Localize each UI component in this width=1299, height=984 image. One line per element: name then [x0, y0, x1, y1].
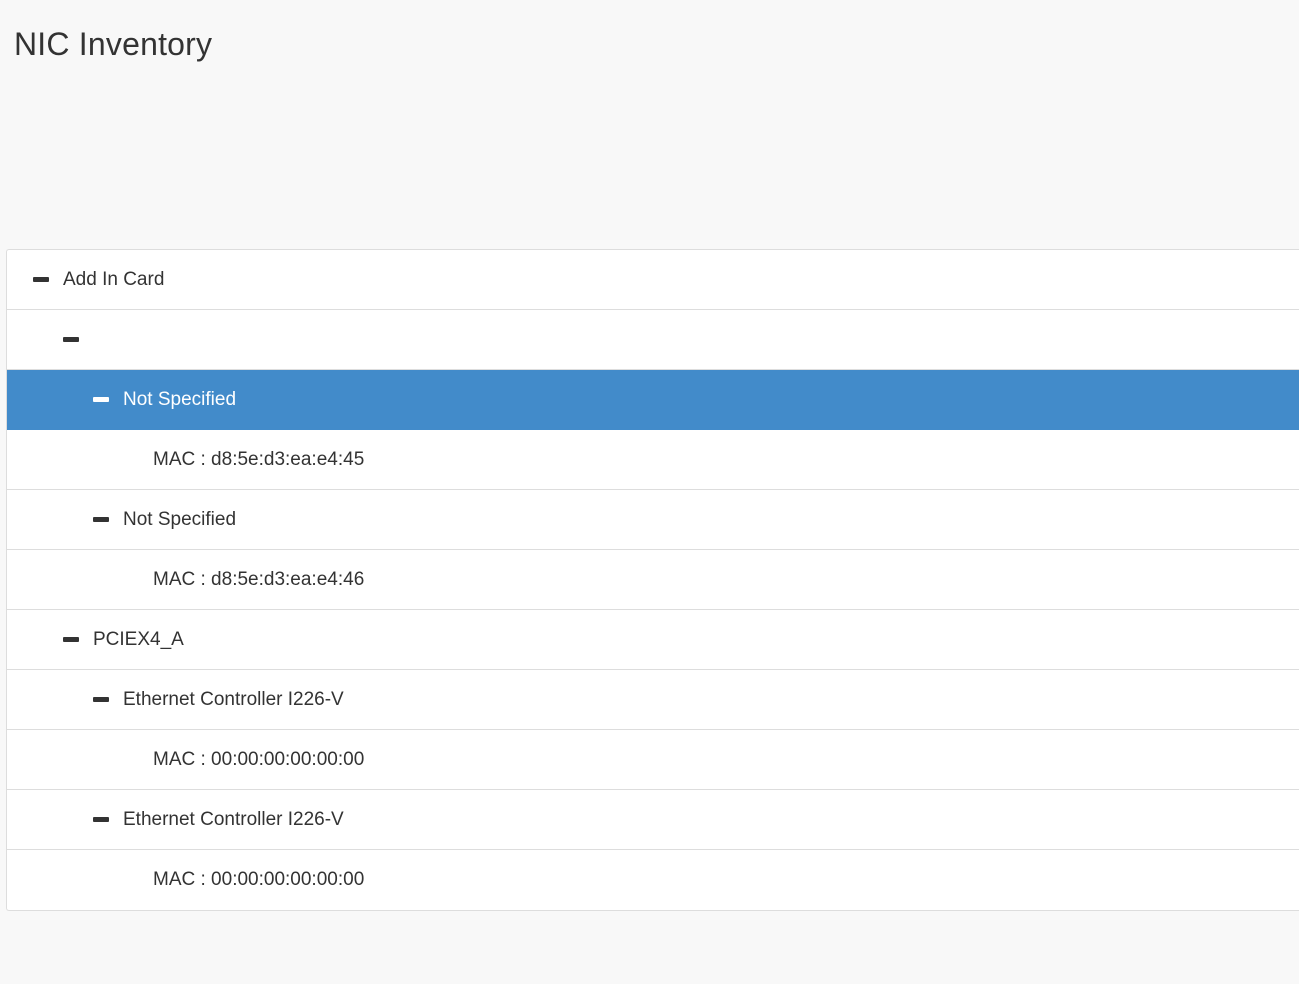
- tree-node-controller-selected[interactable]: Not Specified: [7, 370, 1299, 430]
- tree-node-controller[interactable]: Ethernet Controller I226-V: [7, 790, 1299, 850]
- tree-node-label: Add In Card: [63, 268, 165, 290]
- mac-address: MAC : d8:5e:d3:ea:e4:45: [153, 448, 365, 470]
- tree-node-label: Ethernet Controller I226-V: [123, 808, 344, 830]
- tree-node-mac[interactable]: MAC : 00:00:00:00:00:00: [7, 730, 1299, 790]
- collapse-minus-icon[interactable]: [63, 337, 79, 342]
- page-title: NIC Inventory: [14, 26, 213, 62]
- mac-address: MAC : 00:00:00:00:00:00: [153, 748, 365, 770]
- tree-node-label: Ethernet Controller I226-V: [123, 688, 344, 710]
- collapse-minus-icon[interactable]: [93, 697, 109, 702]
- tree-node-unnamed-slot[interactable]: [7, 310, 1299, 370]
- collapse-minus-icon[interactable]: [93, 817, 109, 822]
- collapse-minus-icon[interactable]: [63, 637, 79, 642]
- collapse-minus-icon[interactable]: [33, 277, 49, 282]
- tree-node-label: PCIEX4_A: [93, 628, 184, 650]
- tree-node-mac[interactable]: MAC : d8:5e:d3:ea:e4:45: [7, 430, 1299, 490]
- tree-node-controller[interactable]: Ethernet Controller I226-V: [7, 670, 1299, 730]
- mac-address: MAC : d8:5e:d3:ea:e4:46: [153, 568, 365, 590]
- tree-node-mac[interactable]: MAC : 00:00:00:00:00:00: [7, 850, 1299, 910]
- tree-node-add-in-card[interactable]: Add In Card: [7, 250, 1299, 310]
- tree-node-pciex4-a[interactable]: PCIEX4_A: [7, 610, 1299, 670]
- tree-node-controller[interactable]: Not Specified: [7, 490, 1299, 550]
- mac-address: MAC : 00:00:00:00:00:00: [153, 869, 365, 890]
- nic-tree: Add In Card Not Specified MAC : d8:5e:d3…: [6, 249, 1299, 911]
- collapse-minus-icon[interactable]: [93, 517, 109, 522]
- collapse-minus-icon[interactable]: [93, 397, 109, 402]
- tree-node-label: Not Specified: [123, 388, 237, 410]
- tree-node-mac[interactable]: MAC : d8:5e:d3:ea:e4:46: [7, 550, 1299, 610]
- tree-node-label: Not Specified: [123, 508, 237, 530]
